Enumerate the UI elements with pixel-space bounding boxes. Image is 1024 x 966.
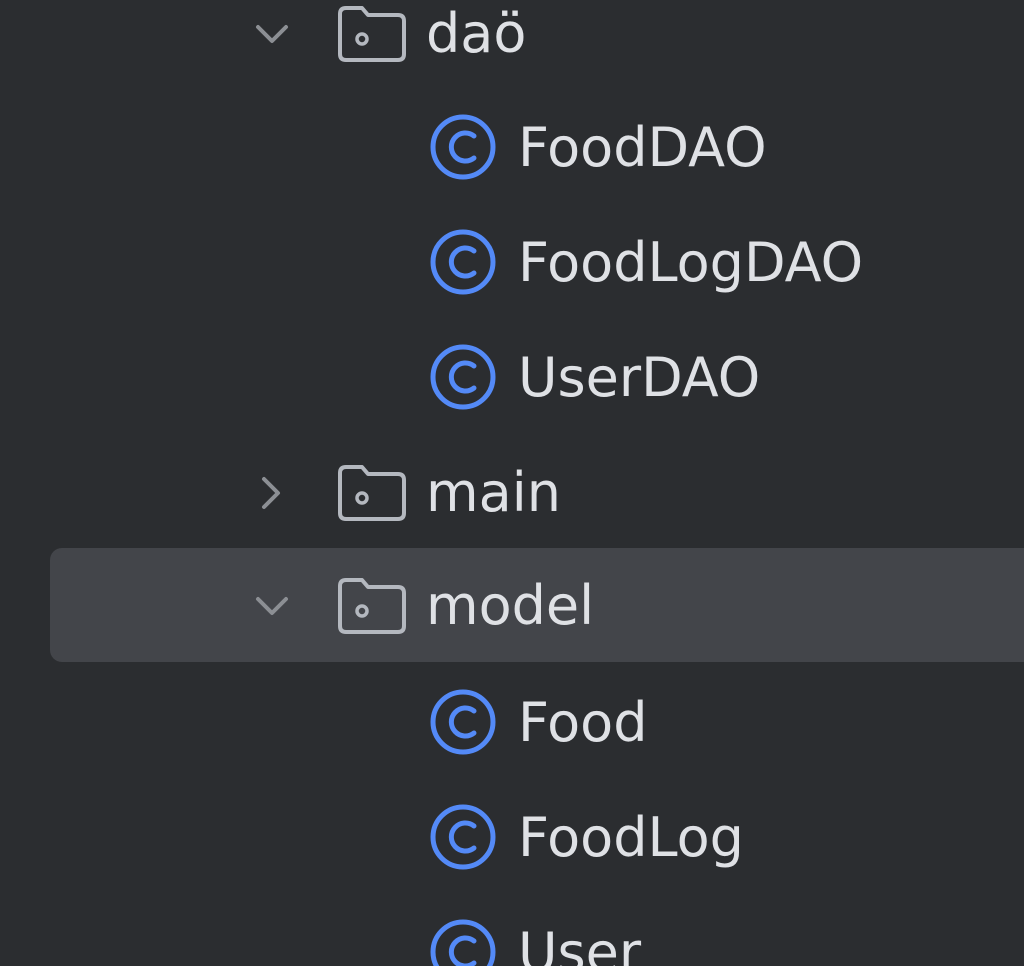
folder-package-icon <box>338 6 406 62</box>
folder-package-icon <box>338 465 406 521</box>
tree-node-model[interactable]: model <box>0 548 1024 662</box>
tree-node-fooddao[interactable]: FoodDAO <box>0 90 1024 204</box>
tree-node-label: Food <box>518 691 648 754</box>
tree-node-foodlog[interactable]: FoodLog <box>0 780 1024 894</box>
chevron-down-icon[interactable] <box>250 12 294 56</box>
tree-node-label: model <box>426 574 595 637</box>
class-icon <box>430 344 496 410</box>
class-icon <box>430 804 496 870</box>
tree-node-label: daö <box>426 2 527 65</box>
class-icon <box>430 229 496 295</box>
tree-node-food[interactable]: Food <box>0 665 1024 779</box>
tree-node-label: User <box>518 921 642 966</box>
tree-node-foodlogdao[interactable]: FoodLogDAO <box>0 205 1024 319</box>
tree-node-label: FoodDAO <box>518 116 767 179</box>
class-icon <box>430 689 496 755</box>
tree-node-main[interactable]: main <box>0 435 1024 549</box>
tree-node-dao[interactable]: daö <box>0 0 1024 90</box>
tree-node-userdao[interactable]: UserDAO <box>0 320 1024 434</box>
folder-package-icon <box>338 578 406 634</box>
tree-node-label: UserDAO <box>518 346 761 409</box>
class-icon <box>430 114 496 180</box>
tree-node-label: FoodLogDAO <box>518 231 864 294</box>
project-tree: daö FoodDAO FoodLogDAO UserDAO main mode… <box>0 0 1024 966</box>
tree-node-user[interactable]: User <box>0 895 1024 966</box>
chevron-right-icon[interactable] <box>250 471 294 515</box>
chevron-down-icon[interactable] <box>250 584 294 628</box>
tree-node-label: FoodLog <box>518 806 744 869</box>
tree-node-label: main <box>426 461 561 524</box>
class-icon <box>430 919 496 966</box>
